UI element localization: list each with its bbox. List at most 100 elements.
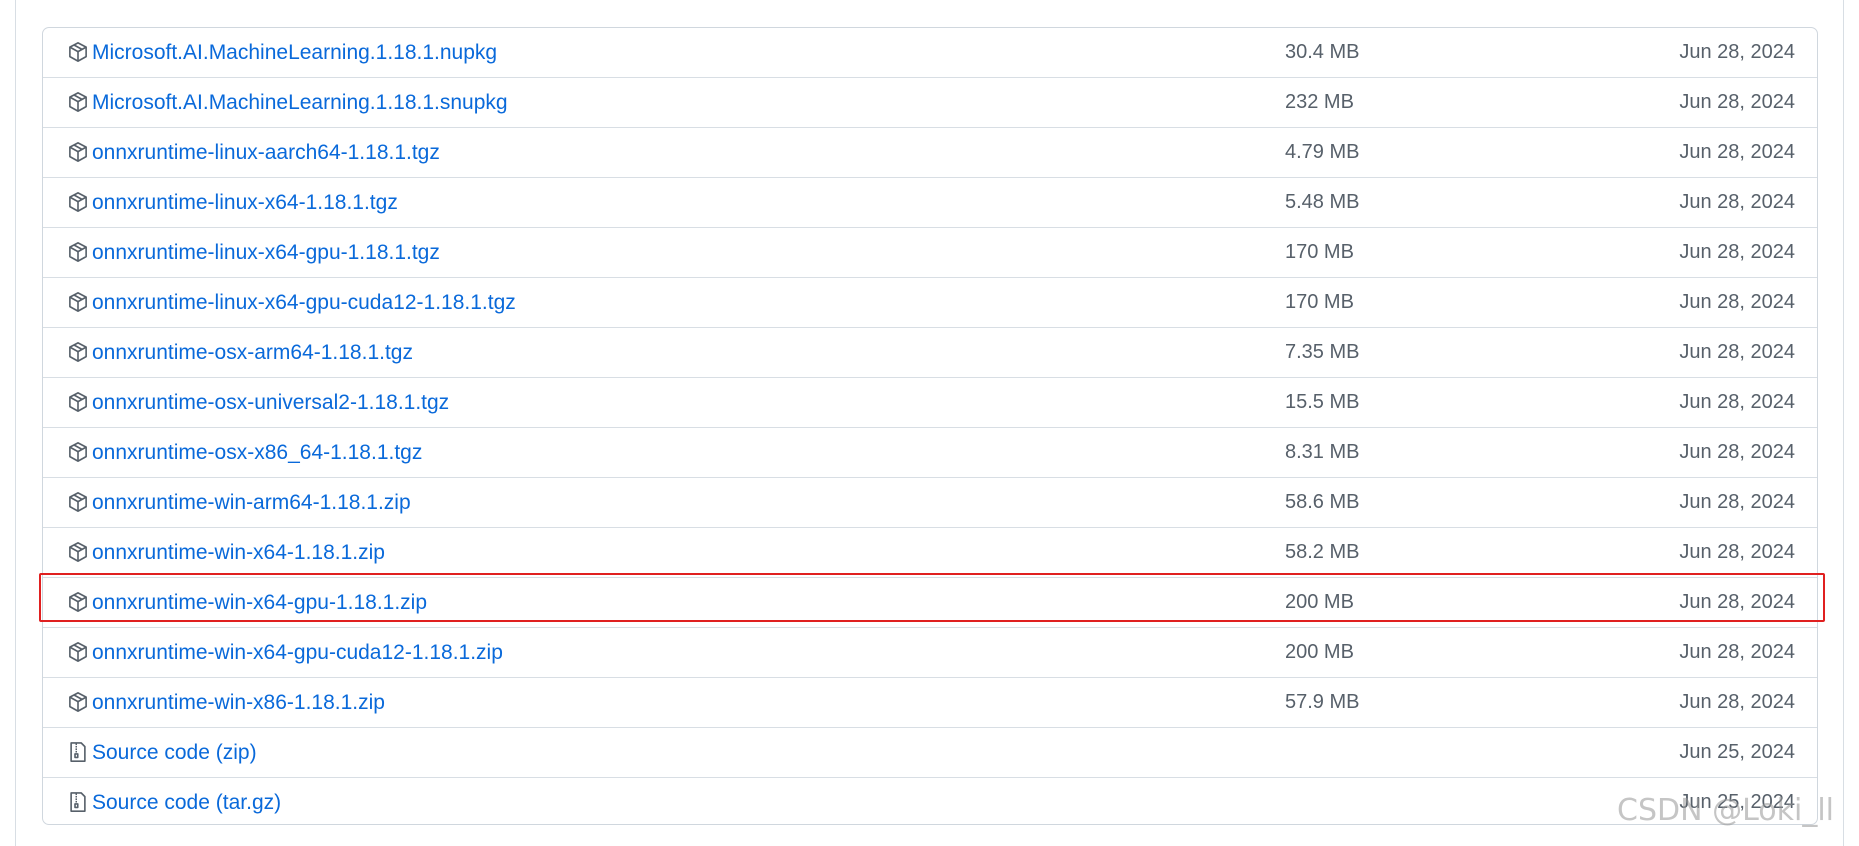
page-right-border <box>1843 0 1844 846</box>
package-icon <box>68 191 90 215</box>
asset-row: Source code (zip) Jun 25, 2024 <box>43 728 1817 778</box>
package-icon <box>68 341 90 365</box>
asset-download-link[interactable]: onnxruntime-linux-x64-1.18.1.tgz <box>92 178 398 227</box>
asset-name: onnxruntime-win-x64-gpu-1.18.1.zip <box>92 591 428 614</box>
asset-format-suffix: (tar.gz) <box>215 791 282 814</box>
asset-name: Source code <box>92 791 210 814</box>
asset-name: Microsoft.AI.MachineLearning.1.18.1.snup… <box>92 91 508 114</box>
asset-name: onnxruntime-win-x64-1.18.1.zip <box>92 541 385 564</box>
asset-download-link[interactable]: onnxruntime-win-arm64-1.18.1.zip <box>92 478 411 527</box>
asset-download-link[interactable]: Source code (zip) <box>92 728 257 777</box>
asset-name: onnxruntime-win-x86-1.18.1.zip <box>92 691 385 714</box>
asset-row: Microsoft.AI.MachineLearning.1.18.1.nupk… <box>43 28 1817 78</box>
page-left-border <box>15 0 16 846</box>
package-icon <box>68 141 90 165</box>
asset-size: 200 MB <box>1285 591 1354 613</box>
asset-date: Jun 28, 2024 <box>1679 441 1795 463</box>
asset-row: onnxruntime-linux-x64-gpu-1.18.1.tgz 170 … <box>43 228 1817 278</box>
asset-size: 30.4 MB <box>1285 41 1360 63</box>
asset-download-link[interactable]: onnxruntime-linux-aarch64-1.18.1.tgz <box>92 128 440 177</box>
asset-size: 232 MB <box>1285 91 1354 113</box>
asset-row: onnxruntime-win-arm64-1.18.1.zip 58.6 MB J… <box>43 478 1817 528</box>
package-icon <box>68 691 90 715</box>
asset-name: onnxruntime-win-arm64-1.18.1.zip <box>92 491 411 514</box>
watermark: CSDN @Loki_ll <box>1617 793 1834 828</box>
package-icon <box>68 41 90 65</box>
asset-size: 5.48 MB <box>1285 191 1360 213</box>
asset-name: onnxruntime-linux-x64-1.18.1.tgz <box>92 191 398 214</box>
file-zip-icon <box>68 791 90 815</box>
asset-download-link[interactable]: onnxruntime-osx-universal2-1.18.1.tgz <box>92 378 449 427</box>
asset-row: onnxruntime-osx-arm64-1.18.1.tgz 7.35 MB J… <box>43 328 1817 378</box>
asset-download-link[interactable]: onnxruntime-win-x86-1.18.1.zip <box>92 678 385 727</box>
asset-download-link[interactable]: onnxruntime-win-x64-1.18.1.zip <box>92 528 385 577</box>
asset-name: onnxruntime-linux-x64-gpu-1.18.1.tgz <box>92 241 440 264</box>
asset-download-link[interactable]: onnxruntime-win-x64-gpu-cuda12-1.18.1.zi… <box>92 628 503 677</box>
asset-row: Source code (tar.gz) Jun 25, 2024 <box>43 778 1817 824</box>
package-icon <box>68 541 90 565</box>
asset-name: onnxruntime-osx-arm64-1.18.1.tgz <box>92 341 413 364</box>
asset-row: onnxruntime-osx-x86_64-1.18.1.tgz 8.31 MB… <box>43 428 1817 478</box>
asset-size: 170 MB <box>1285 291 1354 313</box>
asset-row: onnxruntime-osx-universal2-1.18.1.tgz 15.… <box>43 378 1817 428</box>
asset-row: Microsoft.AI.MachineLearning.1.18.1.snup… <box>43 78 1817 128</box>
file-zip-icon <box>68 741 90 765</box>
package-icon <box>68 591 90 615</box>
asset-download-link[interactable]: onnxruntime-linux-x64-gpu-1.18.1.tgz <box>92 228 440 277</box>
package-icon <box>68 491 90 515</box>
asset-size: 170 MB <box>1285 241 1354 263</box>
package-icon <box>68 391 90 415</box>
asset-row: onnxruntime-linux-aarch64-1.18.1.tgz 4.79… <box>43 128 1817 178</box>
asset-download-link[interactable]: onnxruntime-osx-x86_64-1.18.1.tgz <box>92 428 422 477</box>
asset-name: onnxruntime-win-x64-gpu-cuda12-1.18.1.zi… <box>92 641 503 664</box>
package-icon <box>68 441 90 465</box>
asset-size: 200 MB <box>1285 641 1354 663</box>
asset-download-link[interactable]: onnxruntime-linux-x64-gpu-cuda12-1.18.1.… <box>92 278 516 327</box>
asset-size: 7.35 MB <box>1285 341 1360 363</box>
asset-download-link[interactable]: Microsoft.AI.MachineLearning.1.18.1.snup… <box>92 78 508 127</box>
asset-size: 58.2 MB <box>1285 541 1360 563</box>
asset-date: Jun 28, 2024 <box>1679 291 1795 313</box>
asset-date: Jun 28, 2024 <box>1679 191 1795 213</box>
asset-size: 8.31 MB <box>1285 441 1360 463</box>
asset-size: 4.79 MB <box>1285 141 1360 163</box>
asset-date: Jun 28, 2024 <box>1679 641 1795 663</box>
asset-format-suffix: (zip) <box>215 741 257 764</box>
asset-row: onnxruntime-win-x64-1.18.1.zip 58.2 MB Jun… <box>43 528 1817 578</box>
package-icon <box>68 641 90 665</box>
asset-download-link[interactable]: Source code (tar.gz) <box>92 778 282 824</box>
package-icon <box>68 241 90 265</box>
asset-size: 57.9 MB <box>1285 691 1360 713</box>
asset-size: 58.6 MB <box>1285 491 1360 513</box>
asset-date: Jun 28, 2024 <box>1679 41 1795 63</box>
asset-row: onnxruntime-linux-x64-1.18.1.tgz 5.48 MB J… <box>43 178 1817 228</box>
asset-date: Jun 28, 2024 <box>1679 391 1795 413</box>
asset-date: Jun 28, 2024 <box>1679 141 1795 163</box>
asset-download-link[interactable]: onnxruntime-win-x64-gpu-1.18.1.zip <box>92 578 427 627</box>
asset-date: Jun 28, 2024 <box>1679 91 1795 113</box>
asset-date: Jun 28, 2024 <box>1679 541 1795 563</box>
asset-name: Source code <box>92 741 210 764</box>
asset-name: onnxruntime-osx-x86_64-1.18.1.tgz <box>92 441 423 464</box>
asset-row: onnxruntime-win-x86-1.18.1.zip 57.9 MB Jun… <box>43 678 1817 728</box>
asset-date: Jun 28, 2024 <box>1679 491 1795 513</box>
asset-date: Jun 28, 2024 <box>1679 591 1795 613</box>
asset-row: onnxruntime-win-x64-gpu-cuda12-1.18.1.zi… <box>43 628 1817 678</box>
asset-download-link[interactable]: Microsoft.AI.MachineLearning.1.18.1.nupk… <box>92 28 497 77</box>
asset-date: Jun 28, 2024 <box>1679 341 1795 363</box>
package-icon <box>68 91 90 115</box>
asset-name: onnxruntime-linux-aarch64-1.18.1.tgz <box>92 141 440 164</box>
asset-download-link[interactable]: onnxruntime-osx-arm64-1.18.1.tgz <box>92 328 413 377</box>
asset-size: 15.5 MB <box>1285 391 1360 413</box>
asset-row: onnxruntime-win-x64-gpu-1.18.1.zip 200 MB… <box>43 578 1817 628</box>
asset-date: Jun 28, 2024 <box>1679 691 1795 713</box>
asset-date: Jun 25, 2024 <box>1679 741 1795 763</box>
package-icon <box>68 291 90 315</box>
release-assets-list: Microsoft.AI.MachineLearning.1.18.1.nupk… <box>42 27 1818 825</box>
asset-date: Jun 28, 2024 <box>1679 241 1795 263</box>
asset-name: onnxruntime-linux-x64-gpu-cuda12-1.18.1.… <box>92 291 516 314</box>
page: Microsoft.AI.MachineLearning.1.18.1.nupk… <box>0 0 1859 846</box>
asset-name: onnxruntime-osx-universal2-1.18.1.tgz <box>92 391 450 414</box>
asset-row: onnxruntime-linux-x64-gpu-cuda12-1.18.1.… <box>43 278 1817 328</box>
asset-name: Microsoft.AI.MachineLearning.1.18.1.nupk… <box>92 41 498 64</box>
